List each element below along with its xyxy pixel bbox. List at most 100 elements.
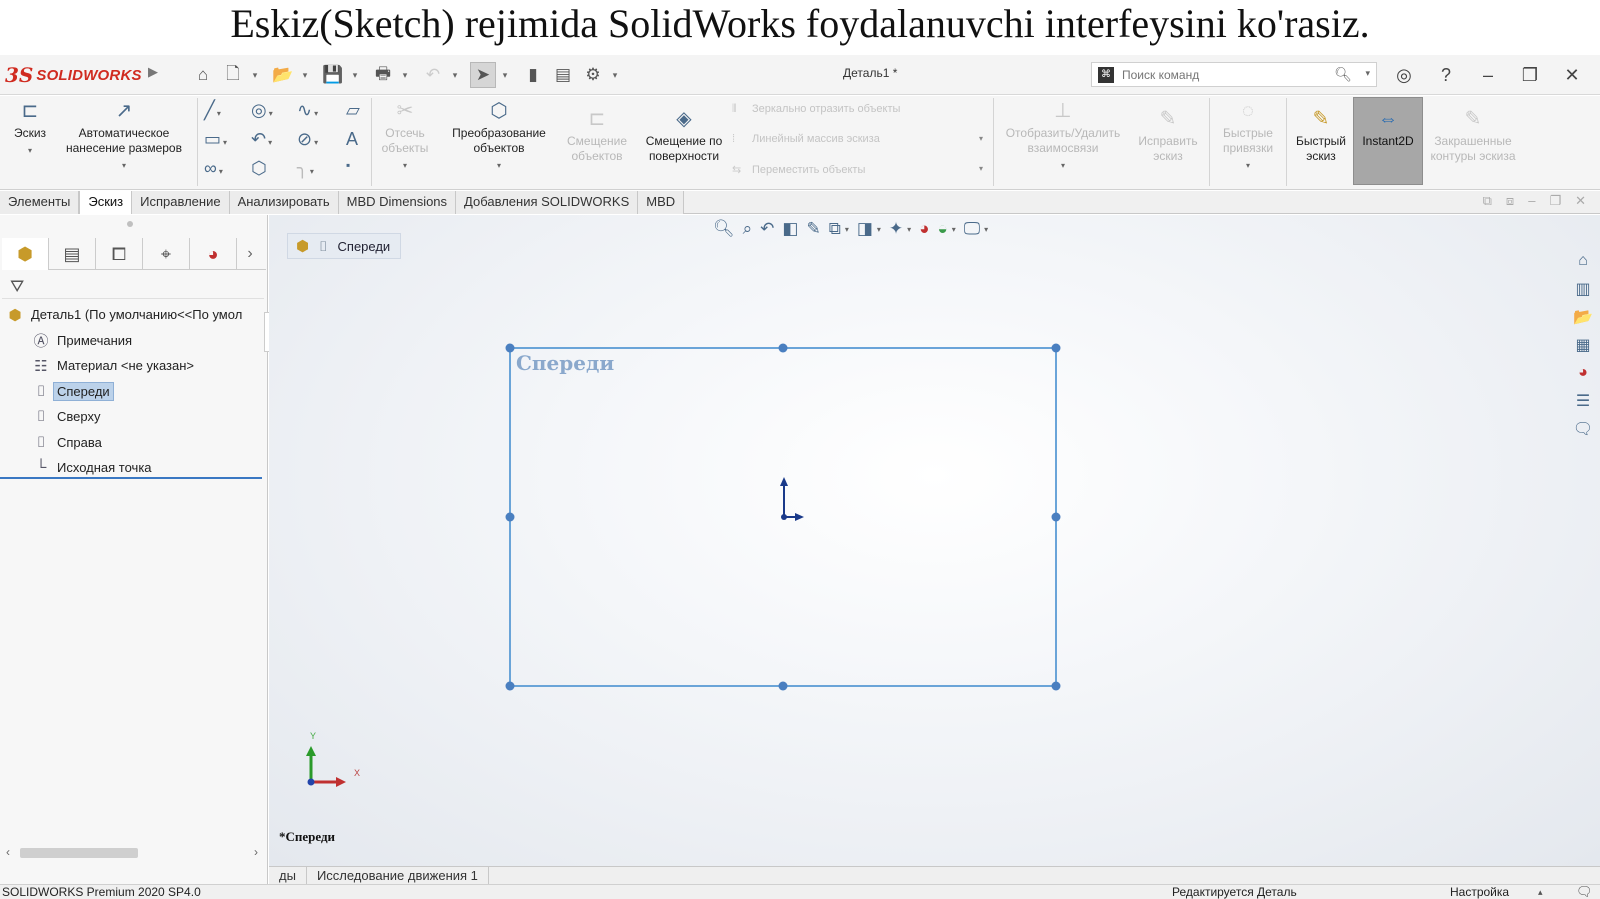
file-explorer-icon[interactable]: 📂 [1570,306,1596,328]
display-style-dropdown-icon[interactable]: ▾ [877,225,881,234]
view-settings-dropdown-icon[interactable]: ▾ [984,225,988,234]
forum-icon[interactable]: 🗨 [1570,418,1596,440]
view-settings-icon[interactable]: 🖵 [964,219,980,239]
zoom-to-area-icon[interactable]: ⌕ [743,219,753,239]
spline-icon[interactable]: ∿ ▾ [297,100,318,121]
quick-snaps-button[interactable]: ◌ Быстрые привязки ▾ [1212,100,1284,173]
viewport-minimize-icon[interactable]: – [1528,193,1535,209]
relations-dropdown-icon[interactable]: ▾ [998,158,1128,173]
plane-handle[interactable] [778,343,788,353]
display-relations-button[interactable]: ⊥ Отобразить/Удалить взаимосвязи ▾ [998,100,1128,173]
design-library-icon[interactable]: ▥ [1570,278,1596,300]
undo-icon[interactable]: ↶ [420,62,446,88]
graphics-area[interactable]: ⬢ ⌷ Спереди 🔍︎ ⌕ ↶ ◧ ✎ ⧉ ▾ ◨ ▾ ✦ ▾ ◕ ◒ ▾… [269,215,1600,866]
options-dropdown-icon[interactable]: ▾ [610,62,620,88]
tab-motion-study[interactable]: Исследование движения 1 [307,867,489,884]
minimize-icon[interactable]: – [1474,61,1502,89]
plane-handle[interactable] [1051,681,1061,691]
display-style-icon[interactable]: ◨ [857,219,873,239]
options-gear-icon[interactable]: ⚙ [580,62,606,88]
view-orientation-dropdown-icon[interactable]: ▾ [845,225,849,234]
property-manager-tab-icon[interactable]: ▤ [49,238,96,270]
user-account-icon[interactable]: ◎ [1390,61,1418,89]
print-dropdown-icon[interactable]: ▾ [400,62,410,88]
circle-icon[interactable]: ◎ ▾ [251,100,273,121]
edit-appearance-icon[interactable]: ◕ [919,219,929,239]
restore-icon[interactable]: ❐ [1516,61,1544,89]
linear-pattern-button[interactable]: ⁞ Линейный массив эскиза [732,133,880,145]
new-dropdown-icon[interactable]: ▾ [250,62,260,88]
hide-show-dropdown-icon[interactable]: ▾ [907,225,911,234]
shaded-contours-button[interactable]: ✎ Закрашенные контуры эскиза [1428,108,1518,164]
tree-item-right-plane[interactable]: ⌷ Справа [0,430,268,456]
viewport-float-icon[interactable]: ⧈ [1506,193,1514,209]
display-manager-tab-icon[interactable]: ◕ [190,238,237,270]
previous-view-icon[interactable]: ↶ [760,219,774,239]
viewport-restore-icon[interactable]: ❐ [1549,193,1561,209]
tab-mbd[interactable]: MBD [638,191,685,214]
search-dropdown-icon[interactable]: ▾ [1365,68,1370,79]
tree-item-material[interactable]: ☷ Материал <не указан> [0,353,268,379]
plane-handle[interactable] [1051,512,1061,522]
dimxpert-manager-tab-icon[interactable]: ⌖ [143,238,190,270]
viewport-pin-icon[interactable]: ⧉ [1483,193,1492,209]
close-icon[interactable]: ✕ [1558,61,1586,89]
scrollbar-thumb[interactable] [20,848,138,858]
solidworks-resources-icon[interactable]: ⌂ [1570,250,1596,272]
breadcrumb[interactable]: ⬢ ⌷ Спереди [287,233,402,259]
pattern-dropdown-icon[interactable]: ▾ [979,134,983,143]
solidworks-logo[interactable]: 3S SOLIDWORKS [5,61,142,89]
plane-handle[interactable] [505,681,515,691]
view-palette-icon[interactable]: ▦ [1570,334,1596,356]
sketch-button[interactable]: ⊏ Эскиз ▾ [8,100,52,158]
save-icon[interactable]: 💾 [320,62,346,88]
viewport-close-icon[interactable]: ✕ [1575,193,1586,209]
filter-bar[interactable] [2,273,264,299]
tab-features[interactable]: Элементы [0,191,80,214]
custom-properties-icon[interactable]: ☰ [1570,390,1596,412]
rectangle-icon[interactable]: ▭ ▾ [204,129,227,150]
rapid-sketch-button[interactable]: ✎ Быстрый эскиз [1291,108,1351,164]
apply-scene-icon[interactable]: ◒ [937,219,947,239]
command-search[interactable]: ⌘ 🔍︎ ▾ [1091,62,1377,87]
view-orientation-icon[interactable]: ⧉ [829,219,841,239]
convert-dropdown-icon[interactable]: ▾ [440,158,558,173]
customize-label[interactable]: Настройка [1450,885,1509,899]
tooltip-icon[interactable]: 🗨 [1576,884,1593,899]
tree-root-part[interactable]: ⬢ Деталь1 (По умолчанию<<По умол [0,302,268,328]
select-dropdown-icon[interactable]: ▾ [500,62,510,88]
offset-on-surface-button[interactable]: ◈ Смещение по поверхности [640,108,728,164]
tab-solidworks-addins[interactable]: Добавления SOLIDWORKS [456,191,639,214]
text-icon[interactable]: A [346,129,358,150]
smart-dimension-button[interactable]: ↗ Автоматическое нанесение размеров ▾ [56,100,192,173]
configuration-manager-tab-icon[interactable]: ⧠ [96,238,143,270]
apply-scene-dropdown-icon[interactable]: ▾ [952,225,956,234]
tree-item-annotations[interactable]: Ⓐ Примечания [0,328,268,354]
feature-manager-tab-icon[interactable]: ⬢ [2,238,49,270]
point-icon[interactable]: ▪ [346,158,350,172]
open-icon[interactable]: 📂 [270,62,296,88]
menu-expand-icon[interactable]: ▶ [148,64,158,80]
trim-dropdown-icon[interactable]: ▾ [376,158,434,173]
plane-handle[interactable] [778,681,788,691]
mirror-entities-button[interactable]: ⫴ Зеркально отразить объекты [732,103,900,116]
offset-entities-button[interactable]: ⊏ Смещение объектов [562,108,632,164]
panel-handle[interactable] [127,221,133,227]
polygon-icon[interactable]: ⊘ ▾ [297,129,318,150]
appearances-icon[interactable]: ◕ [1570,362,1596,384]
line-icon[interactable]: ╱ ▾ [204,100,221,121]
move-entities-button[interactable]: ⇆ Переместить объекты [732,163,865,176]
search-input[interactable] [1122,67,1332,82]
fillet-icon[interactable]: ╮ ▾ [297,158,314,179]
horizontal-scrollbar[interactable]: ‹ › [2,845,262,861]
tree-item-top-plane[interactable]: ⌷ Сверху [0,404,268,430]
scroll-left-icon[interactable]: ‹ [6,845,10,859]
print-icon[interactable]: 🖶 [370,62,396,88]
tab-analyze[interactable]: Анализировать [229,191,339,214]
polygon-tool-icon[interactable]: ⬡ [251,158,267,179]
hide-show-items-icon[interactable]: ✦ [889,219,903,239]
arc-icon[interactable]: ↶ ▾ [251,129,272,150]
tab-model[interactable]: ды [269,867,307,884]
plane-handle[interactable] [1051,343,1061,353]
select-cursor-icon[interactable]: ➤ [470,62,496,88]
